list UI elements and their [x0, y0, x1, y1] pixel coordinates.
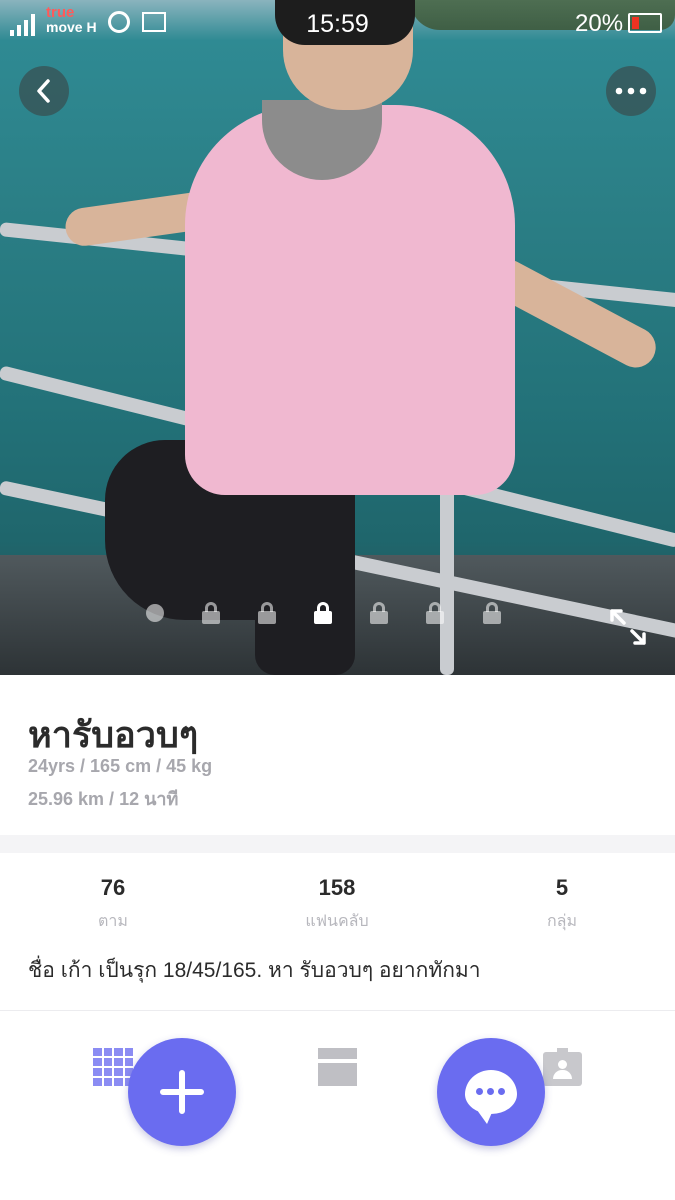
card-icon[interactable] — [318, 1048, 357, 1086]
section-divider — [0, 835, 675, 853]
battery-icon — [628, 13, 662, 33]
back-button[interactable] — [19, 66, 69, 116]
stat-label: กลุ่ม — [546, 913, 578, 930]
contact-icon[interactable] — [543, 1048, 582, 1086]
person-leg — [255, 470, 355, 675]
divider — [0, 1010, 675, 1011]
clock: 15:59 — [306, 10, 369, 38]
profile-photo[interactable] — [0, 0, 675, 675]
expand-icon — [610, 609, 646, 645]
grid-icon[interactable] — [93, 1048, 133, 1086]
stats-row: 76 ตาม 158 แฟนคลับ 5 กลุ่ม — [0, 875, 675, 935]
status-bar: true move H 15:59 20% — [0, 0, 675, 48]
expand-button[interactable] — [607, 607, 649, 649]
more-button[interactable] — [606, 66, 656, 116]
lock-icon[interactable] — [425, 602, 445, 624]
battery-percent: 20% — [575, 10, 624, 37]
pager-dot[interactable] — [146, 604, 164, 622]
chat-button[interactable] — [437, 1038, 545, 1146]
lock-icon[interactable] — [201, 602, 221, 624]
profile-distance: 25.96 km / 12 นาที — [28, 789, 179, 809]
profile-body-stats: 24yrs / 165 cm / 45 kg — [28, 756, 213, 776]
stat-label: ตาม — [98, 913, 128, 930]
stat-groups[interactable]: 5 กลุ่ม — [482, 875, 642, 934]
stat-value: 76 — [100, 875, 126, 900]
photo-pager — [144, 602, 504, 626]
profile-name: หารับอวบๆ — [28, 714, 199, 755]
stat-value: 158 — [318, 875, 356, 900]
lock-icon[interactable] — [257, 602, 277, 624]
chevron-left-icon — [37, 79, 50, 103]
stat-label: แฟนคลับ — [305, 913, 369, 930]
lock-icon-active[interactable] — [313, 602, 333, 624]
stat-following[interactable]: 76 ตาม — [33, 875, 193, 934]
profile-bio: ชื่อ เก้า เป็นรุก 18/45/165. หา รับอวบๆ … — [28, 959, 481, 982]
chat-bubble-icon — [465, 1070, 517, 1124]
plus-icon — [160, 1070, 204, 1114]
more-dots-icon — [615, 87, 647, 95]
add-button[interactable] — [128, 1038, 236, 1146]
stat-fans[interactable]: 158 แฟนคลับ — [257, 875, 417, 934]
lock-icon[interactable] — [369, 602, 389, 624]
stat-value: 5 — [555, 875, 569, 900]
lock-icon[interactable] — [482, 602, 502, 624]
